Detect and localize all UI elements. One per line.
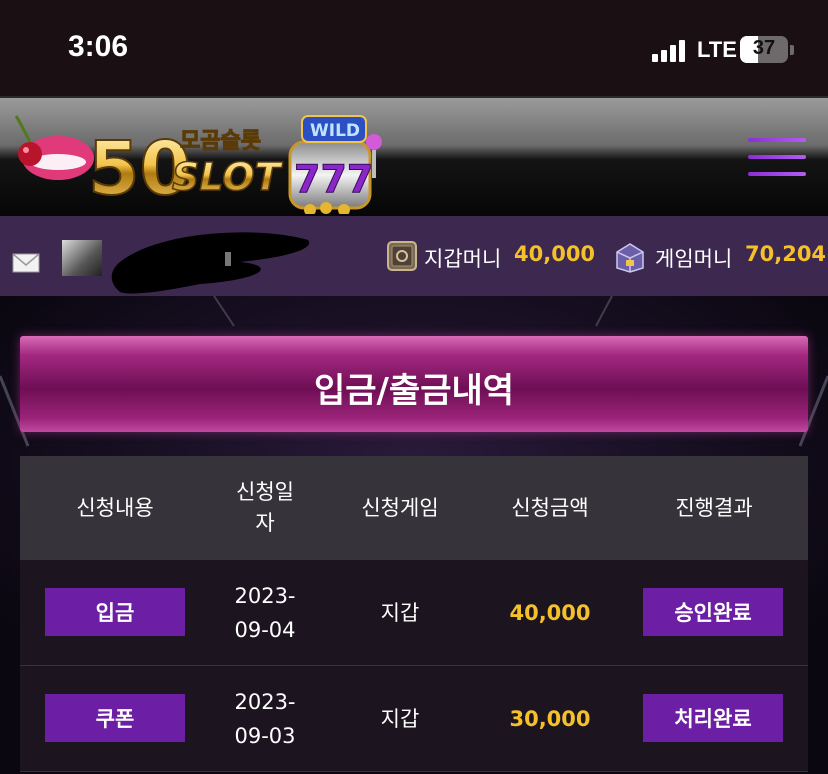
page-title-banner: 입금/출금내역 — [20, 336, 808, 432]
wallet-money-value: 40,000 — [514, 242, 596, 266]
wallet-money-label: 지갑머니 — [424, 247, 502, 271]
game-money-value: 70,204 — [745, 242, 827, 266]
status-badge[interactable]: 처리완료 — [643, 694, 783, 742]
page-title: 입금/출금내역 — [313, 371, 515, 411]
header-game: 신청게임 — [361, 495, 439, 520]
logo-badge: WILD — [310, 121, 360, 141]
header-date: 신청일 자 — [236, 480, 294, 535]
logo-word: SLOT — [172, 155, 284, 199]
hamburger-menu-icon[interactable] — [748, 138, 808, 178]
row-amount: 40,000 — [509, 600, 591, 625]
table-row: 입금 2023- 09-04 지갑 40,000 승인완료 — [20, 560, 808, 666]
type-tag-coupon[interactable]: 쿠폰 — [45, 694, 185, 742]
battery-percent: 37 — [752, 37, 776, 59]
safe-icon — [387, 241, 417, 271]
header-status: 진행결과 — [675, 495, 753, 520]
logo-korean: 모곰슬롯 — [180, 129, 261, 154]
status-badge[interactable]: 승인완료 — [643, 588, 783, 636]
type-tag-deposit[interactable]: 입금 — [45, 588, 185, 636]
network-label: LTE — [697, 37, 737, 62]
signal-icon — [652, 38, 690, 62]
header-amount: 신청금액 — [511, 495, 589, 520]
table-header: 신청내용 신청일 자 신청게임 신청금액 진행결과 — [20, 456, 808, 560]
row-game: 지갑 — [380, 600, 420, 625]
battery-icon: 37 — [740, 36, 788, 63]
treasure-chest-icon — [616, 243, 644, 273]
mail-icon[interactable] — [12, 253, 40, 273]
table-row: 쿠폰 2023- 09-03 지갑 30,000 처리완료 — [20, 666, 808, 772]
redacted-username — [111, 232, 310, 294]
row-date: 2023- 09-03 — [234, 689, 296, 748]
row-game: 지갑 — [380, 706, 420, 731]
site-logo[interactable]: 50 모곰슬롯 SLOT 777 WILD — [10, 102, 390, 214]
game-money-label: 게임머니 — [655, 247, 733, 271]
header-type: 신청내용 — [76, 495, 154, 520]
status-time: 3:06 — [68, 30, 129, 63]
row-date: 2023- 09-04 — [234, 583, 296, 642]
site-header: 50 모곰슬롯 SLOT 777 WILD — [0, 96, 828, 216]
history-table: 신청내용 신청일 자 신청게임 신청금액 진행결과 입금 2023- 09-04… — [20, 456, 808, 774]
status-bar: 3:06 LTE 37 — [0, 0, 828, 96]
row-amount: 30,000 — [509, 706, 591, 731]
logo-reels: 777 — [294, 157, 373, 201]
